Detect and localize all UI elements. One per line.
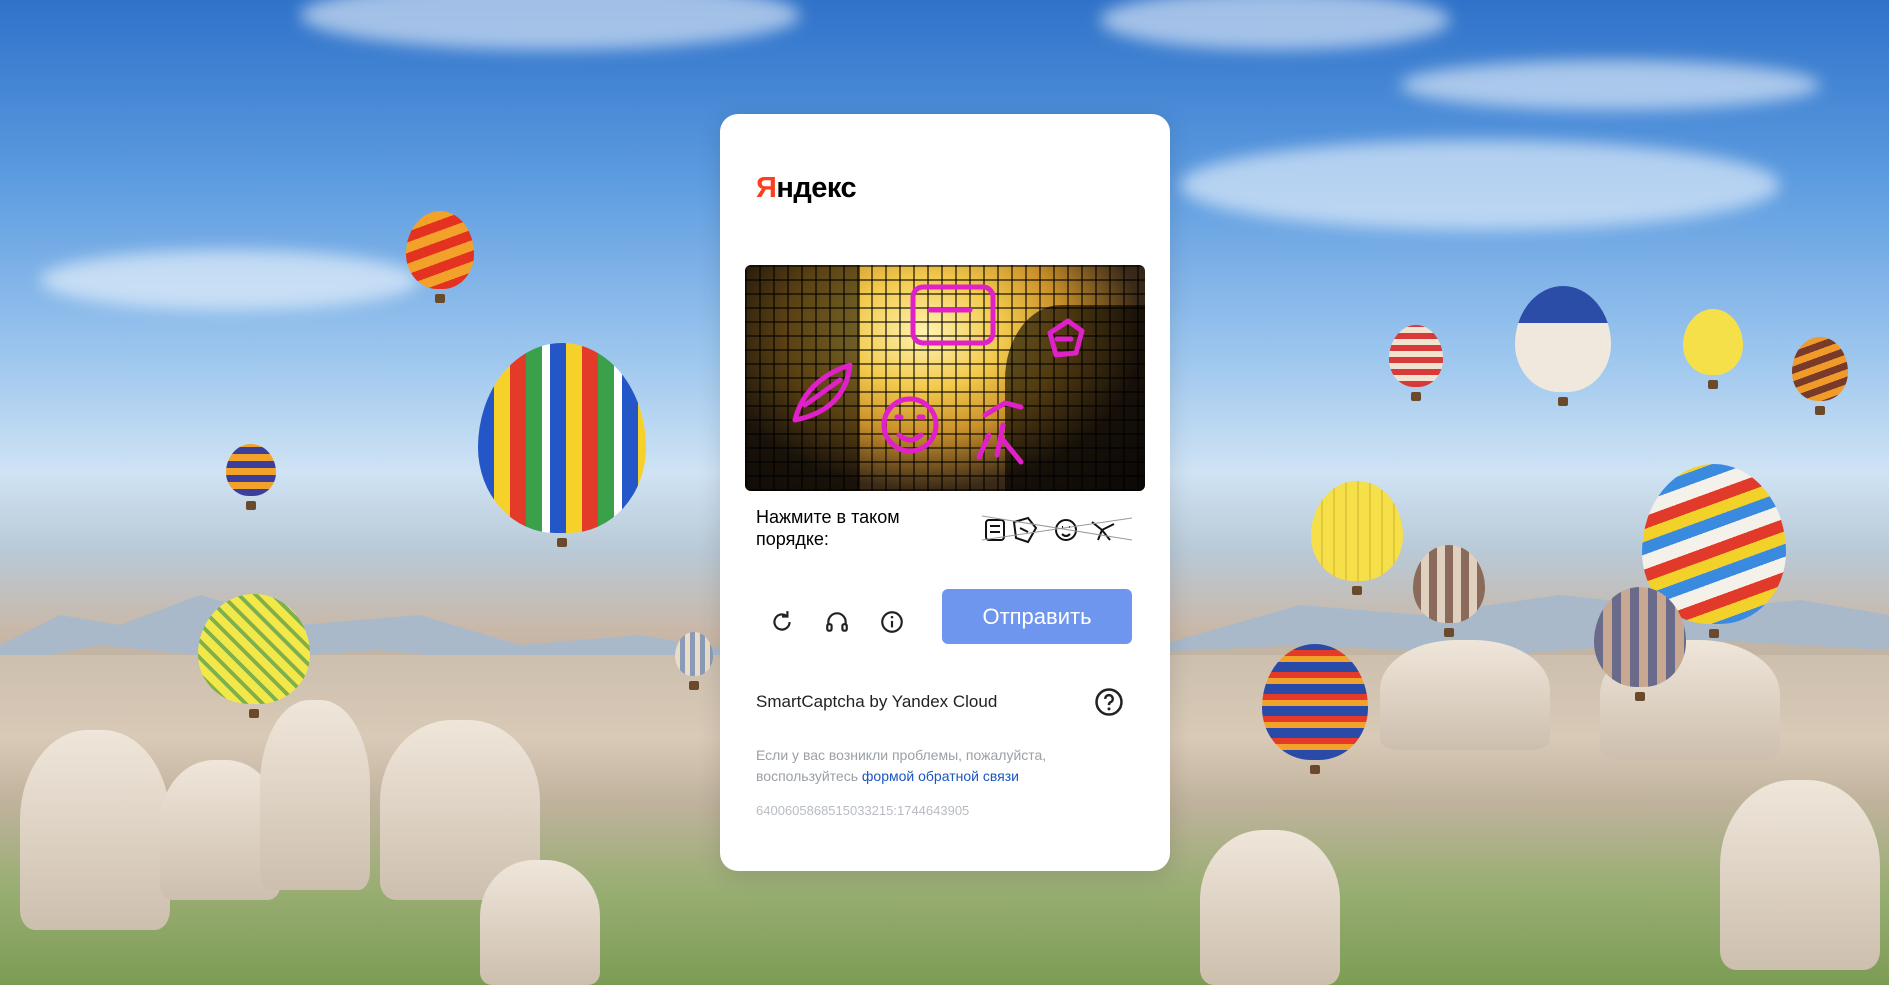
balloon: [226, 444, 276, 510]
balloon: [1792, 337, 1848, 415]
captcha-glyph-leaf: [792, 362, 853, 423]
smartcaptcha-brand: SmartCaptcha by Yandex Cloud: [756, 692, 998, 711]
captcha-glyph-list: [910, 284, 996, 346]
captcha-glyph-tag: [1047, 318, 1085, 358]
refresh-button[interactable]: [762, 602, 802, 642]
balloon: [478, 343, 646, 547]
balloon: [1515, 286, 1611, 406]
balloon: [198, 594, 310, 718]
headphones-icon: [826, 612, 848, 632]
balloon: [1311, 481, 1403, 595]
captcha-instruction: Нажмите в таком порядке:: [756, 507, 900, 549]
submit-button[interactable]: Отправить: [942, 589, 1132, 644]
captcha-glyphs: [792, 284, 1085, 465]
smile-icon: [1055, 519, 1077, 541]
balloon: [1683, 309, 1743, 389]
feedback-text: Если у вас возникли проблемы, пожалуйста…: [756, 747, 1047, 784]
balloon: [1389, 325, 1443, 401]
captcha-card: Яндекс Нажмите в таком порядке: Отправит…: [720, 114, 1170, 871]
balloon: [406, 211, 474, 303]
captcha-order-hint: [982, 515, 1132, 544]
person-icon: [1091, 521, 1115, 541]
balloon: [1262, 644, 1368, 774]
captcha-image[interactable]: [745, 265, 1145, 491]
info-button[interactable]: [872, 602, 912, 642]
question-icon: [1095, 688, 1123, 716]
refresh-icon: [773, 611, 791, 631]
yandex-logo: Яндекс: [756, 172, 857, 204]
audio-captcha-button[interactable]: [817, 602, 857, 642]
request-id: 6400605868515033215:1744643905: [756, 803, 970, 818]
balloon: [1594, 587, 1686, 701]
info-icon: [881, 611, 903, 633]
help-button[interactable]: [1094, 687, 1124, 717]
balloon: [1413, 545, 1485, 637]
captcha-glyph-smile: [881, 396, 939, 454]
balloon: [675, 632, 713, 690]
captcha-glyph-person: [976, 400, 1024, 465]
feedback-link[interactable]: формой обратной связи: [862, 768, 1019, 784]
